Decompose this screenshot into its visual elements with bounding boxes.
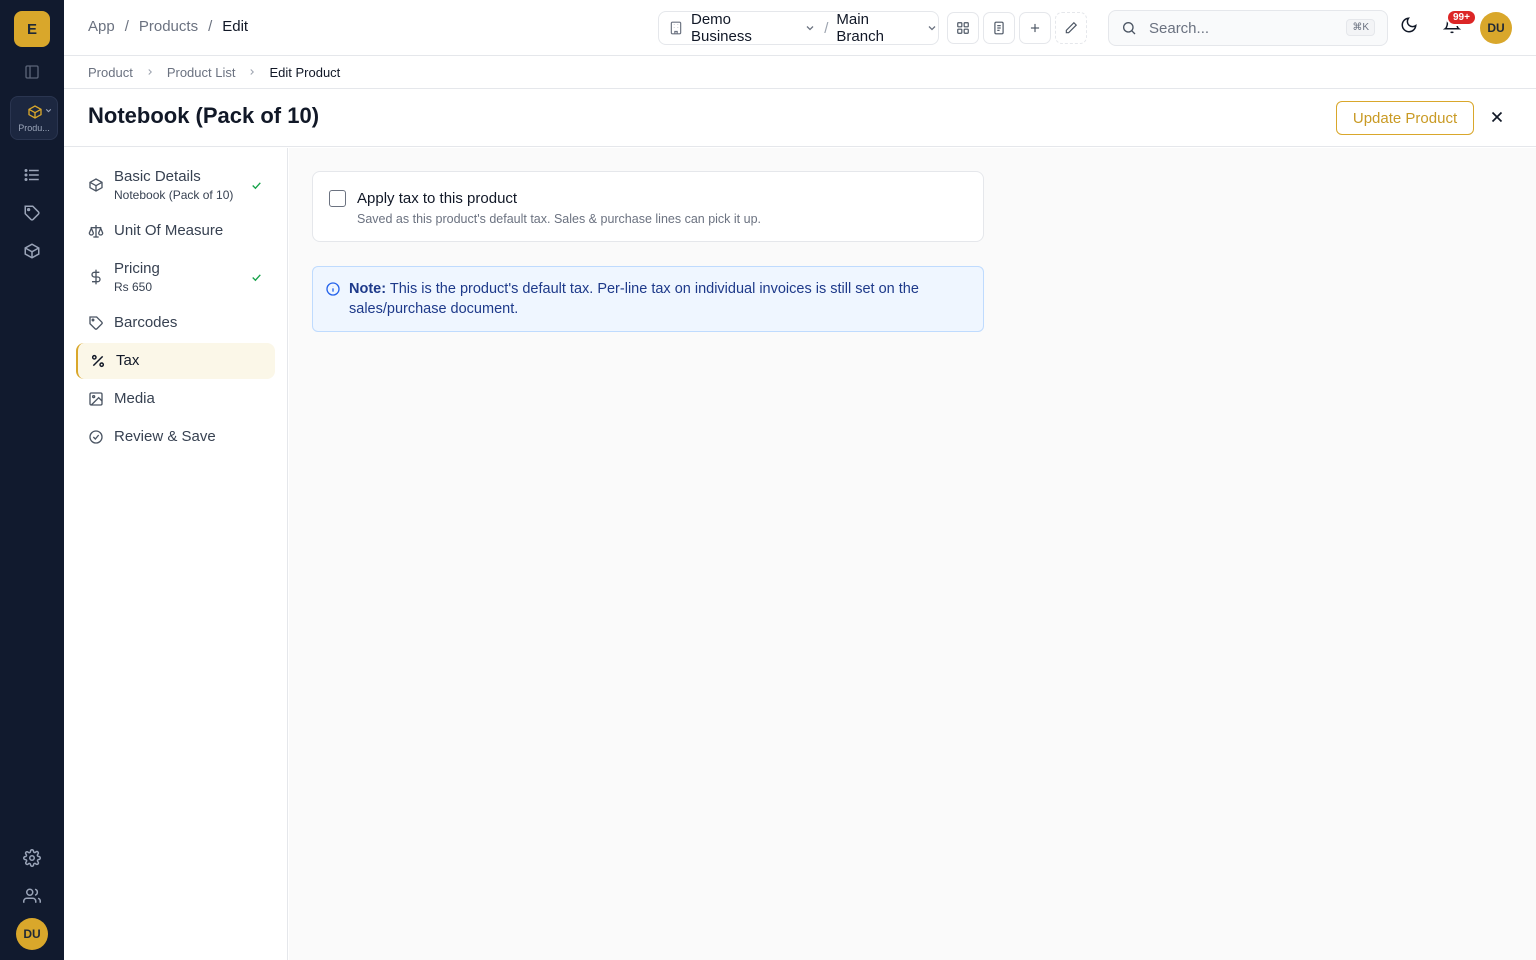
notification-badge: 99+ (1446, 9, 1477, 26)
percent-icon (90, 353, 106, 369)
check-circle-icon (88, 429, 104, 445)
step-unit-of-measure[interactable]: Unit Of Measure (76, 213, 275, 249)
step-label: Basic Details (114, 168, 201, 185)
breadcrumb-app[interactable]: App (88, 18, 115, 35)
breadcrumb-product[interactable]: Product (88, 65, 133, 80)
note-title: Note: (349, 281, 387, 297)
image-icon (88, 391, 104, 407)
chevron-down-icon[interactable] (804, 22, 816, 34)
receipt-icon (992, 21, 1006, 35)
branch-name[interactable]: Main Branch (836, 11, 920, 45)
step-label: Unit Of Measure (114, 222, 224, 239)
edit-shortcut-button[interactable] (1055, 12, 1087, 44)
tag-icon[interactable] (20, 201, 44, 225)
tax-panel: Apply tax to this product Saved as this … (289, 148, 1536, 960)
tax-note: Note: This is the product's default tax.… (312, 266, 984, 332)
search-input[interactable]: Search... ⌘K (1108, 10, 1388, 46)
pencil-icon (1064, 21, 1078, 35)
chevron-down-icon[interactable] (926, 22, 938, 34)
step-label: Pricing (114, 260, 160, 277)
step-pricing[interactable]: Pricing Rs 650 (76, 256, 275, 298)
search-shortcut: ⌘K (1346, 19, 1375, 36)
module-switcher[interactable]: Produ... (10, 96, 58, 140)
business-name[interactable]: Demo Business (691, 11, 795, 45)
breadcrumb-separator: / (124, 18, 129, 35)
box-icon (88, 177, 104, 193)
dollar-icon (88, 269, 104, 285)
close-icon[interactable] (1488, 108, 1506, 126)
list-icon[interactable] (20, 163, 44, 187)
search-icon (1121, 20, 1137, 36)
apply-tax-checkbox[interactable] (329, 190, 346, 207)
step-label: Tax (116, 352, 140, 369)
module-label: Produ... (18, 123, 50, 133)
page-breadcrumb: Product Product List Edit Product (64, 56, 1536, 89)
wizard-steps: Basic Details Notebook (Pack of 10) Unit… (64, 148, 288, 960)
app-rail: E Produ... DU (0, 0, 64, 960)
step-barcodes[interactable]: Barcodes (76, 305, 275, 341)
breadcrumb-product-list[interactable]: Product List (167, 65, 236, 80)
app-logo[interactable]: E (14, 11, 50, 47)
apply-tax-card: Apply tax to this product Saved as this … (312, 171, 984, 242)
breadcrumb-current: Edit (222, 18, 249, 35)
step-tax[interactable]: Tax (76, 343, 275, 379)
breadcrumb: App / Products / Edit (88, 18, 248, 35)
tag-icon (88, 315, 104, 331)
add-button[interactable] (1019, 12, 1051, 44)
moon-icon[interactable] (1400, 16, 1418, 34)
breadcrumb-products[interactable]: Products (139, 18, 198, 35)
apply-tax-label[interactable]: Apply tax to this product (357, 190, 517, 207)
step-review-save[interactable]: Review & Save (76, 419, 275, 455)
check-icon (250, 271, 263, 284)
selector-separator: / (824, 19, 829, 37)
breadcrumb-separator: / (208, 18, 213, 35)
step-basic-details[interactable]: Basic Details Notebook (Pack of 10) (76, 164, 275, 206)
building-icon (669, 21, 683, 35)
grid-icon (956, 21, 970, 35)
gear-icon[interactable] (20, 846, 44, 870)
breadcrumb-current: Edit Product (269, 64, 341, 80)
chevron-down-icon (44, 106, 53, 115)
sidebar-toggle-icon[interactable] (20, 60, 44, 84)
step-label: Barcodes (114, 314, 178, 331)
chevron-right-icon (247, 67, 257, 77)
top-bar: App / Products / Edit Demo Business / Ma… (64, 0, 1536, 56)
user-avatar[interactable]: DU (1480, 12, 1512, 44)
step-label: Media (114, 390, 155, 407)
info-icon (325, 281, 341, 297)
users-icon[interactable] (20, 884, 44, 908)
box-icon[interactable] (20, 239, 44, 263)
apply-tax-help: Saved as this product's default tax. Sal… (357, 212, 761, 226)
plus-icon (1028, 21, 1042, 35)
update-product-button[interactable]: Update Product (1336, 101, 1474, 135)
page-header: Notebook (Pack of 10) Update Product (64, 89, 1536, 147)
box-icon (27, 104, 43, 120)
step-summary: Notebook (Pack of 10) (114, 188, 234, 202)
chevron-right-icon (145, 67, 155, 77)
step-media[interactable]: Media (76, 381, 275, 417)
scale-icon (88, 223, 104, 239)
step-summary: Rs 650 (114, 280, 153, 294)
business-branch-selector[interactable]: Demo Business / Main Branch (658, 11, 939, 45)
invoice-button[interactable] (983, 12, 1015, 44)
user-avatar[interactable]: DU (16, 918, 48, 950)
page-title: Notebook (Pack of 10) (88, 103, 320, 128)
apps-grid-button[interactable] (947, 12, 979, 44)
note-text: Note: This is the product's default tax.… (349, 279, 969, 319)
check-icon (250, 179, 263, 192)
step-label: Review & Save (114, 428, 216, 445)
search-placeholder: Search... (1149, 19, 1210, 37)
note-body: This is the product's default tax. Per-l… (349, 281, 919, 317)
